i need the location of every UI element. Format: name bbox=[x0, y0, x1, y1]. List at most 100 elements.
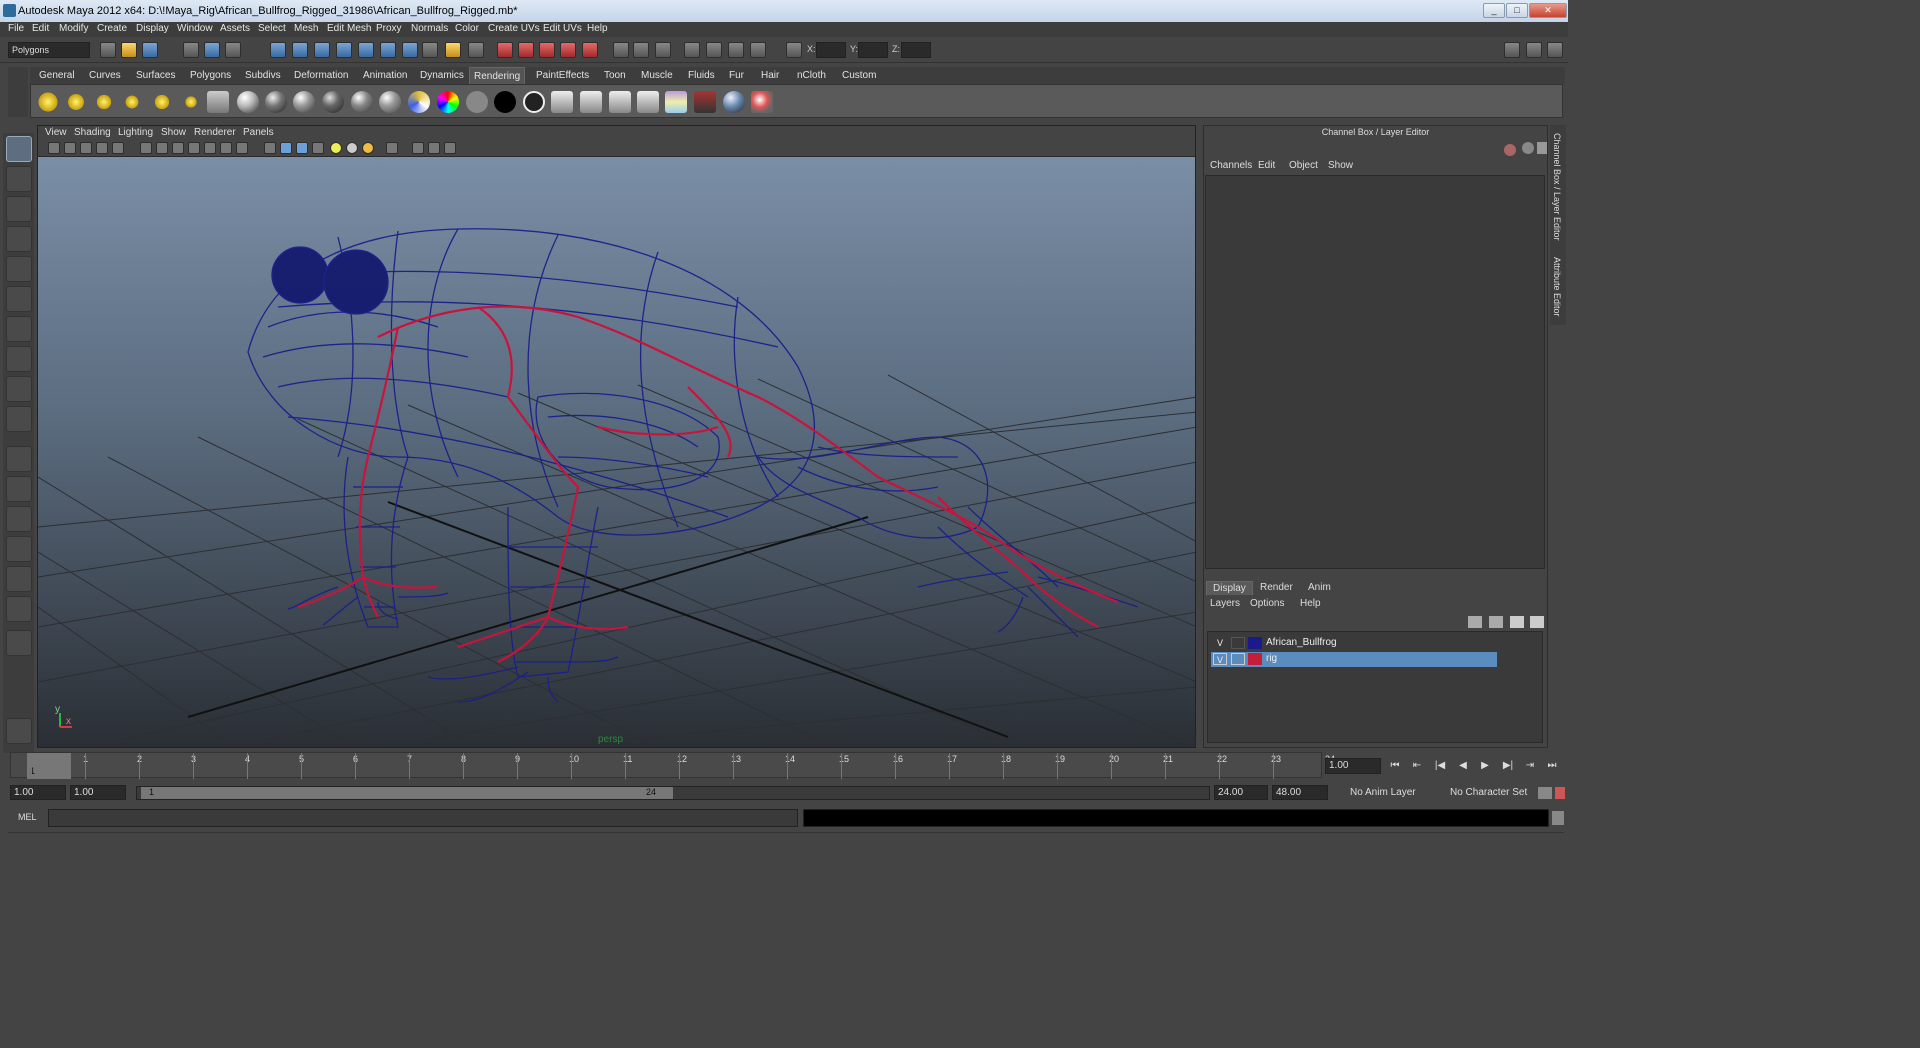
snap-point-icon[interactable] bbox=[314, 42, 330, 58]
cb-menu-show[interactable]: Show bbox=[1328, 160, 1353, 171]
auto-key-icon[interactable] bbox=[1538, 787, 1552, 799]
side-tab-attribute-editor[interactable]: Attribute Editor bbox=[1552, 257, 1562, 317]
shelf-tab-painteffects[interactable]: PaintEffects bbox=[532, 67, 593, 84]
area-light-icon[interactable] bbox=[151, 91, 173, 113]
side-tab-channel-box[interactable]: Channel Box / Layer Editor bbox=[1552, 133, 1562, 241]
layer-name[interactable]: African_Bullfrog bbox=[1266, 637, 1337, 648]
isolate-select-icon[interactable] bbox=[386, 142, 398, 154]
phonge-shader-icon[interactable] bbox=[351, 91, 373, 113]
layered-shader-icon[interactable] bbox=[437, 91, 459, 113]
bookmark-icon[interactable] bbox=[80, 142, 92, 154]
persp-graph-layout-icon[interactable] bbox=[6, 536, 32, 562]
menu-create[interactable]: Create bbox=[97, 23, 127, 34]
shelf-tab-toon[interactable]: Toon bbox=[600, 67, 630, 84]
graph-editor-icon[interactable] bbox=[706, 42, 722, 58]
open-scene-icon[interactable] bbox=[121, 42, 137, 58]
volume-light-icon[interactable] bbox=[180, 91, 202, 113]
maximize-button[interactable]: □ bbox=[1506, 3, 1528, 18]
mode-dropdown[interactable]: Polygons bbox=[8, 42, 90, 58]
menu-file[interactable]: File bbox=[8, 23, 24, 34]
layout-options-icon[interactable] bbox=[6, 630, 32, 656]
time-slider[interactable]: 1 12345678910111213141516171819202122232… bbox=[10, 752, 1335, 779]
menu-edit-mesh[interactable]: Edit Mesh bbox=[327, 23, 371, 34]
absolute-transform-icon[interactable] bbox=[786, 42, 802, 58]
lasso-tool-icon[interactable] bbox=[6, 166, 32, 192]
anisotropic-shader-icon[interactable] bbox=[379, 91, 401, 113]
animation-prefs-icon[interactable] bbox=[1555, 787, 1565, 799]
menu-normals[interactable]: Normals bbox=[411, 23, 448, 34]
toggle-sidebar-icon[interactable] bbox=[1504, 42, 1520, 58]
shelf-tab-deformation[interactable]: Deformation bbox=[290, 67, 352, 84]
menu-window[interactable]: Window bbox=[177, 23, 213, 34]
construction-icon[interactable] bbox=[402, 42, 418, 58]
help-icon[interactable] bbox=[422, 42, 438, 58]
new-scene-icon[interactable] bbox=[100, 42, 116, 58]
single-pane-layout-icon[interactable] bbox=[6, 446, 32, 472]
use-all-lights-icon[interactable] bbox=[330, 142, 342, 154]
layer-menu-layers[interactable]: Layers bbox=[1210, 598, 1240, 609]
range-thumb[interactable]: 1 24 bbox=[141, 787, 673, 799]
camera-icon[interactable] bbox=[207, 91, 229, 113]
viewport-scene[interactable]: y x persp bbox=[38, 157, 1195, 747]
step-forward-key-icon[interactable]: ⇥ bbox=[1521, 757, 1539, 775]
component-editor-icon[interactable] bbox=[750, 42, 766, 58]
cb-menu-edit[interactable]: Edit bbox=[1258, 160, 1275, 171]
use-background-icon[interactable] bbox=[494, 91, 516, 113]
tool-settings-icon[interactable] bbox=[1526, 42, 1542, 58]
script-editor-icon[interactable] bbox=[1552, 811, 1564, 825]
grid-icon[interactable] bbox=[140, 142, 152, 154]
render-view-shelf-icon[interactable] bbox=[580, 91, 602, 113]
play-backward-icon[interactable]: ◀ bbox=[1454, 757, 1472, 775]
menu-select[interactable]: Select bbox=[258, 23, 286, 34]
save-scene-icon[interactable] bbox=[142, 42, 158, 58]
ipr-render-shelf-icon[interactable] bbox=[609, 91, 631, 113]
shelf-tab-curves[interactable]: Curves bbox=[85, 67, 125, 84]
batch-render-icon[interactable] bbox=[637, 91, 659, 113]
shelf-tab-fur[interactable]: Fur bbox=[725, 67, 748, 84]
shelf-tab-ncloth[interactable]: nCloth bbox=[793, 67, 830, 84]
select-tool-icon[interactable] bbox=[6, 136, 32, 162]
channel-box-shading-icon[interactable] bbox=[1522, 142, 1534, 154]
go-to-end-icon[interactable]: ⏭ bbox=[1543, 757, 1561, 775]
step-back-frame-icon[interactable]: |◀ bbox=[1431, 757, 1449, 775]
menu-proxy[interactable]: Proxy bbox=[376, 23, 402, 34]
hypershade-layout-icon[interactable] bbox=[6, 566, 32, 592]
hypergraph-icon[interactable] bbox=[728, 42, 744, 58]
paint-select-tool-icon[interactable] bbox=[6, 196, 32, 222]
menu-help[interactable]: Help bbox=[587, 23, 608, 34]
shelf-tab-muscle[interactable]: Muscle bbox=[637, 67, 677, 84]
shelf-tab-fluids[interactable]: Fluids bbox=[684, 67, 719, 84]
render-current-icon[interactable] bbox=[497, 42, 513, 58]
camera-lock-icon[interactable] bbox=[64, 142, 76, 154]
shelf-tab-animation[interactable]: Animation bbox=[359, 67, 411, 84]
layer-row-african-bullfrog[interactable]: V African_Bullfrog bbox=[1211, 636, 1497, 651]
vp-menu-renderer[interactable]: Renderer bbox=[194, 127, 236, 138]
wireframe-on-shaded-icon[interactable] bbox=[296, 142, 308, 154]
shelf-tab-custom[interactable]: Custom bbox=[838, 67, 880, 84]
xray-components-icon[interactable] bbox=[444, 142, 456, 154]
playback-end-field[interactable]: 24.00 bbox=[1214, 785, 1268, 800]
soft-mod-tool-icon[interactable] bbox=[6, 346, 32, 372]
current-frame-field[interactable]: 1.00 bbox=[1325, 758, 1381, 774]
xray-joints-icon[interactable] bbox=[428, 142, 440, 154]
shelf-tab-surfaces[interactable]: Surfaces bbox=[132, 67, 179, 84]
toon-shader-icon[interactable] bbox=[523, 91, 545, 113]
vp-menu-panels[interactable]: Panels bbox=[243, 127, 274, 138]
gate-mask-icon[interactable] bbox=[188, 142, 200, 154]
phong-shader-icon[interactable] bbox=[293, 91, 315, 113]
vp-menu-show[interactable]: Show bbox=[161, 127, 186, 138]
animation-end-field[interactable]: 48.00 bbox=[1272, 785, 1328, 800]
field-chart-icon[interactable] bbox=[204, 142, 216, 154]
animation-start-field[interactable]: 1.00 bbox=[10, 785, 66, 800]
menu-color[interactable]: Color bbox=[455, 23, 479, 34]
2d-pan-icon[interactable] bbox=[112, 142, 124, 154]
last-tool-icon[interactable] bbox=[6, 406, 32, 432]
channel-box-color-icon[interactable] bbox=[1504, 144, 1516, 156]
z-field[interactable] bbox=[901, 42, 931, 58]
surface-shader-icon[interactable] bbox=[237, 91, 259, 113]
select-object-icon[interactable] bbox=[204, 42, 220, 58]
ipr-render-icon[interactable] bbox=[518, 42, 534, 58]
menu-edit-uvs[interactable]: Edit UVs bbox=[543, 23, 582, 34]
render-view-icon[interactable] bbox=[582, 42, 598, 58]
ambient-light-icon[interactable] bbox=[37, 91, 59, 113]
